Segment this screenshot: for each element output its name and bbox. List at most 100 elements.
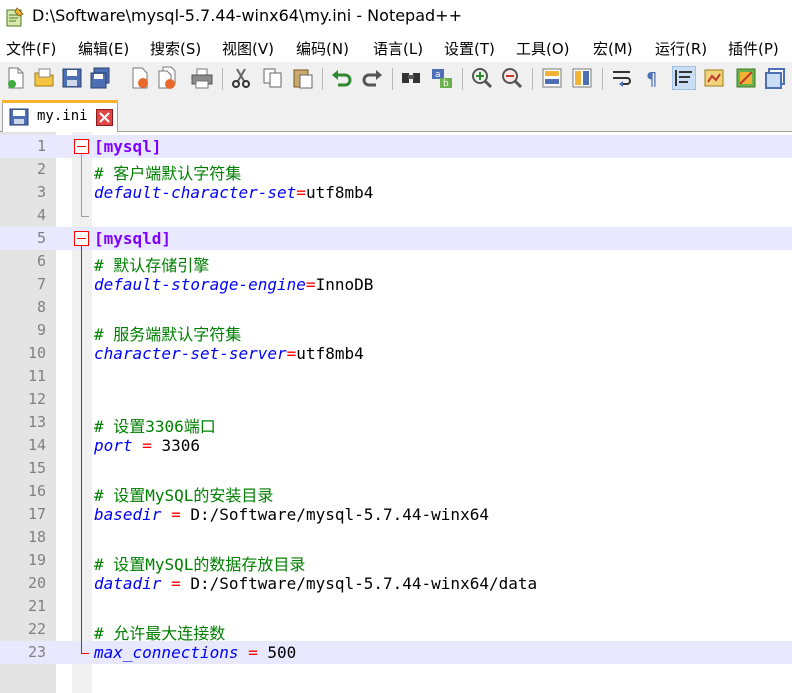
tab-my-ini[interactable]: my.ini	[2, 100, 118, 132]
notepadpp-icon	[6, 7, 24, 27]
code-line[interactable]: 12	[0, 388, 792, 411]
config-value: 500	[267, 643, 297, 662]
code-line[interactable]: 18	[0, 526, 792, 549]
config-value: D:/Software/mysql-5.7.44-winx64/data	[190, 574, 538, 593]
code-line[interactable]: 22 # 允许最大连接数	[0, 618, 792, 643]
paste-icon[interactable]	[291, 66, 315, 90]
code-line[interactable]: 11	[0, 365, 792, 388]
print-icon[interactable]	[190, 66, 214, 90]
line-number: 2	[36, 160, 46, 178]
code-line[interactable]: 13 # 设置3306端口	[0, 411, 792, 436]
find-icon[interactable]	[399, 66, 423, 90]
code-line[interactable]: 9 # 服务端默认字符集	[0, 319, 792, 344]
close-all-icon[interactable]	[156, 66, 180, 90]
menu-settings[interactable]: 设置(T)	[444, 38, 495, 59]
config-key: max_connections	[94, 643, 239, 662]
menu-run[interactable]: 运行(R)	[655, 38, 707, 59]
code-line[interactable]: 16 # 设置MySQL的安装目录	[0, 480, 792, 505]
menu-macro[interactable]: 宏(M)	[593, 38, 633, 59]
indent-guide-icon[interactable]	[672, 66, 696, 90]
sync-horizontal-icon[interactable]	[570, 66, 594, 90]
toolbar: ab ¶	[0, 62, 792, 96]
doc-map-icon[interactable]	[702, 66, 726, 90]
folder-workspace-icon[interactable]	[764, 66, 788, 90]
menu-file[interactable]: 文件(F)	[6, 38, 56, 59]
tab-close-icon[interactable]	[96, 109, 113, 126]
function-list-icon[interactable]	[734, 66, 758, 90]
code-line[interactable]: 19 # 设置MySQL的数据存放目录	[0, 549, 792, 574]
code-line[interactable]: 2 # 客户端默认字符集	[0, 158, 792, 183]
assign-operator: =	[161, 574, 191, 593]
fold-toggle-icon[interactable]	[74, 231, 89, 246]
config-key: default-storage-engine	[94, 275, 306, 294]
fold-end-marker	[81, 216, 89, 217]
assign-operator: =	[296, 183, 306, 202]
redo-icon[interactable]	[360, 66, 384, 90]
new-file-icon[interactable]	[4, 66, 28, 90]
code-line[interactable]: 4	[0, 204, 792, 227]
line-number: 3	[36, 183, 46, 201]
line-number: 12	[27, 390, 46, 408]
line-number: 11	[27, 367, 46, 385]
menu-encoding[interactable]: 编码(N)	[296, 38, 349, 59]
code-line[interactable]: 1 [mysql]	[0, 135, 792, 158]
line-number: 5	[36, 229, 46, 247]
word-wrap-icon[interactable]	[610, 66, 634, 90]
line-number: 8	[36, 298, 46, 316]
menu-view[interactable]: 视图(V)	[222, 38, 274, 59]
section-header: [mysql]	[94, 137, 162, 156]
menu-search[interactable]: 搜索(S)	[150, 38, 201, 59]
zoom-in-icon[interactable]	[470, 66, 494, 90]
code-line[interactable]: 7 default-storage-engine=InnoDB	[0, 273, 792, 296]
menu-plugins[interactable]: 插件(P)	[728, 38, 779, 59]
menu-tools[interactable]: 工具(O)	[516, 38, 570, 59]
code-line[interactable]: 10 character-set-server=utf8mb4	[0, 342, 792, 365]
close-icon[interactable]	[128, 66, 152, 90]
code-line[interactable]: 14 port = 3306	[0, 434, 792, 457]
open-file-icon[interactable]	[32, 66, 56, 90]
show-all-chars-icon[interactable]: ¶	[640, 66, 664, 90]
sync-vertical-icon[interactable]	[540, 66, 564, 90]
config-key: default-character-set	[94, 183, 297, 202]
line-content: port = 3306	[94, 436, 200, 455]
line-number: 17	[27, 505, 46, 523]
svg-text:a: a	[435, 70, 441, 80]
copy-icon[interactable]	[261, 66, 285, 90]
fold-toggle-icon[interactable]	[74, 139, 89, 154]
menu-edit[interactable]: 编辑(E)	[78, 38, 129, 59]
fold-guide	[81, 154, 82, 216]
toolbar-separator	[602, 68, 603, 90]
code-line[interactable]: 8	[0, 296, 792, 319]
undo-icon[interactable]	[330, 66, 354, 90]
assign-operator: =	[238, 643, 268, 662]
svg-text:¶: ¶	[646, 69, 657, 90]
tab-label: my.ini	[37, 108, 88, 124]
save-all-icon[interactable]	[88, 66, 112, 90]
code-line[interactable]: 17 basedir = D:/Software/mysql-5.7.44-win…	[0, 503, 792, 526]
toolbar-separator	[222, 68, 223, 90]
cut-icon[interactable]	[229, 66, 253, 90]
line-number: 6	[36, 252, 46, 270]
code-line[interactable]: 21	[0, 595, 792, 618]
title-bar: D:\Software\mysql-5.7.44-winx64\my.ini -…	[0, 0, 792, 34]
code-line[interactable]: 15	[0, 457, 792, 480]
menu-language[interactable]: 语言(L)	[373, 38, 423, 59]
editor-area[interactable]: 1 [mysql] 2 # 客户端默认字符集 3 default-character-se…	[0, 132, 792, 693]
config-key: character-set-server	[94, 344, 287, 363]
code-line[interactable]: 6 # 默认存储引擎	[0, 250, 792, 275]
line-number: 18	[27, 528, 46, 546]
toolbar-separator	[392, 68, 393, 90]
toolbar-separator	[322, 68, 323, 90]
line-number: 13	[27, 413, 46, 431]
zoom-out-icon[interactable]	[500, 66, 524, 90]
code-line[interactable]: 20 datadir = D:/Software/mysql-5.7.44-win…	[0, 572, 792, 595]
code-line[interactable]: 23 max_connections = 500	[0, 641, 792, 664]
code-line[interactable]: 3 default-character-set=utf8mb4	[0, 181, 792, 204]
line-content: basedir = D:/Software/mysql-5.7.44-winx6…	[94, 505, 489, 524]
line-content: character-set-server=utf8mb4	[94, 344, 364, 363]
save-icon[interactable]	[60, 66, 84, 90]
svg-text:b: b	[443, 79, 449, 89]
line-number: 4	[36, 206, 46, 224]
replace-icon[interactable]: ab	[430, 66, 454, 90]
code-line[interactable]: 5 [mysqld]	[0, 227, 792, 250]
